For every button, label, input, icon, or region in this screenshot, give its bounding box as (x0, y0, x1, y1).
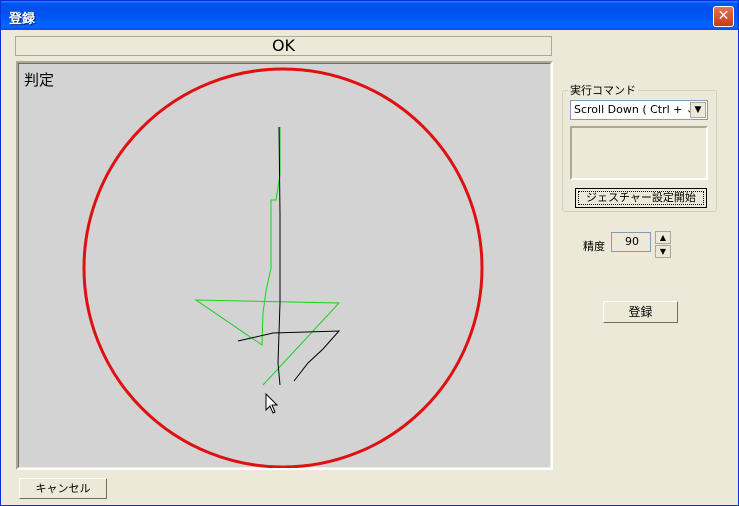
start-gesture-setting-button[interactable]: ジェスチャー設定開始 (575, 188, 707, 208)
spin-down-icon[interactable]: ▼ (655, 245, 671, 258)
judgement-circle (82, 67, 484, 468)
close-icon: ✕ (717, 8, 730, 24)
command-select[interactable]: Scroll Down ( Ctrl + ↓ ) ▼ (570, 100, 708, 120)
precision-label: 精度 (583, 240, 605, 253)
gesture-drawing (82, 67, 484, 468)
cancel-button[interactable]: キャンセル (19, 478, 107, 499)
mouse-cursor-icon (265, 393, 279, 414)
spin-up-icon[interactable]: ▲ (655, 231, 671, 244)
status-display: OK (15, 36, 552, 56)
user-gesture-stroke (277, 126, 281, 386)
title-bar[interactable]: 登録 ✕ (1, 1, 738, 30)
gesture-preview-box (570, 126, 708, 180)
register-dialog: 登録 ✕ OK 判定 実行コマンド Scroll Down ( Ctrl + ↓… (0, 0, 739, 506)
command-select-value: Scroll Down ( Ctrl + ↓ ) (574, 103, 692, 116)
template-gesture-stroke (194, 127, 341, 386)
close-button[interactable]: ✕ (713, 6, 734, 27)
window-title: 登録 (9, 12, 36, 27)
gesture-canvas[interactable]: 判定 (16, 61, 553, 470)
command-group-legend: 実行コマンド (568, 82, 638, 98)
register-button[interactable]: 登録 (603, 301, 678, 323)
precision-input[interactable]: 90 (611, 232, 651, 252)
chevron-down-icon[interactable]: ▼ (690, 102, 706, 118)
